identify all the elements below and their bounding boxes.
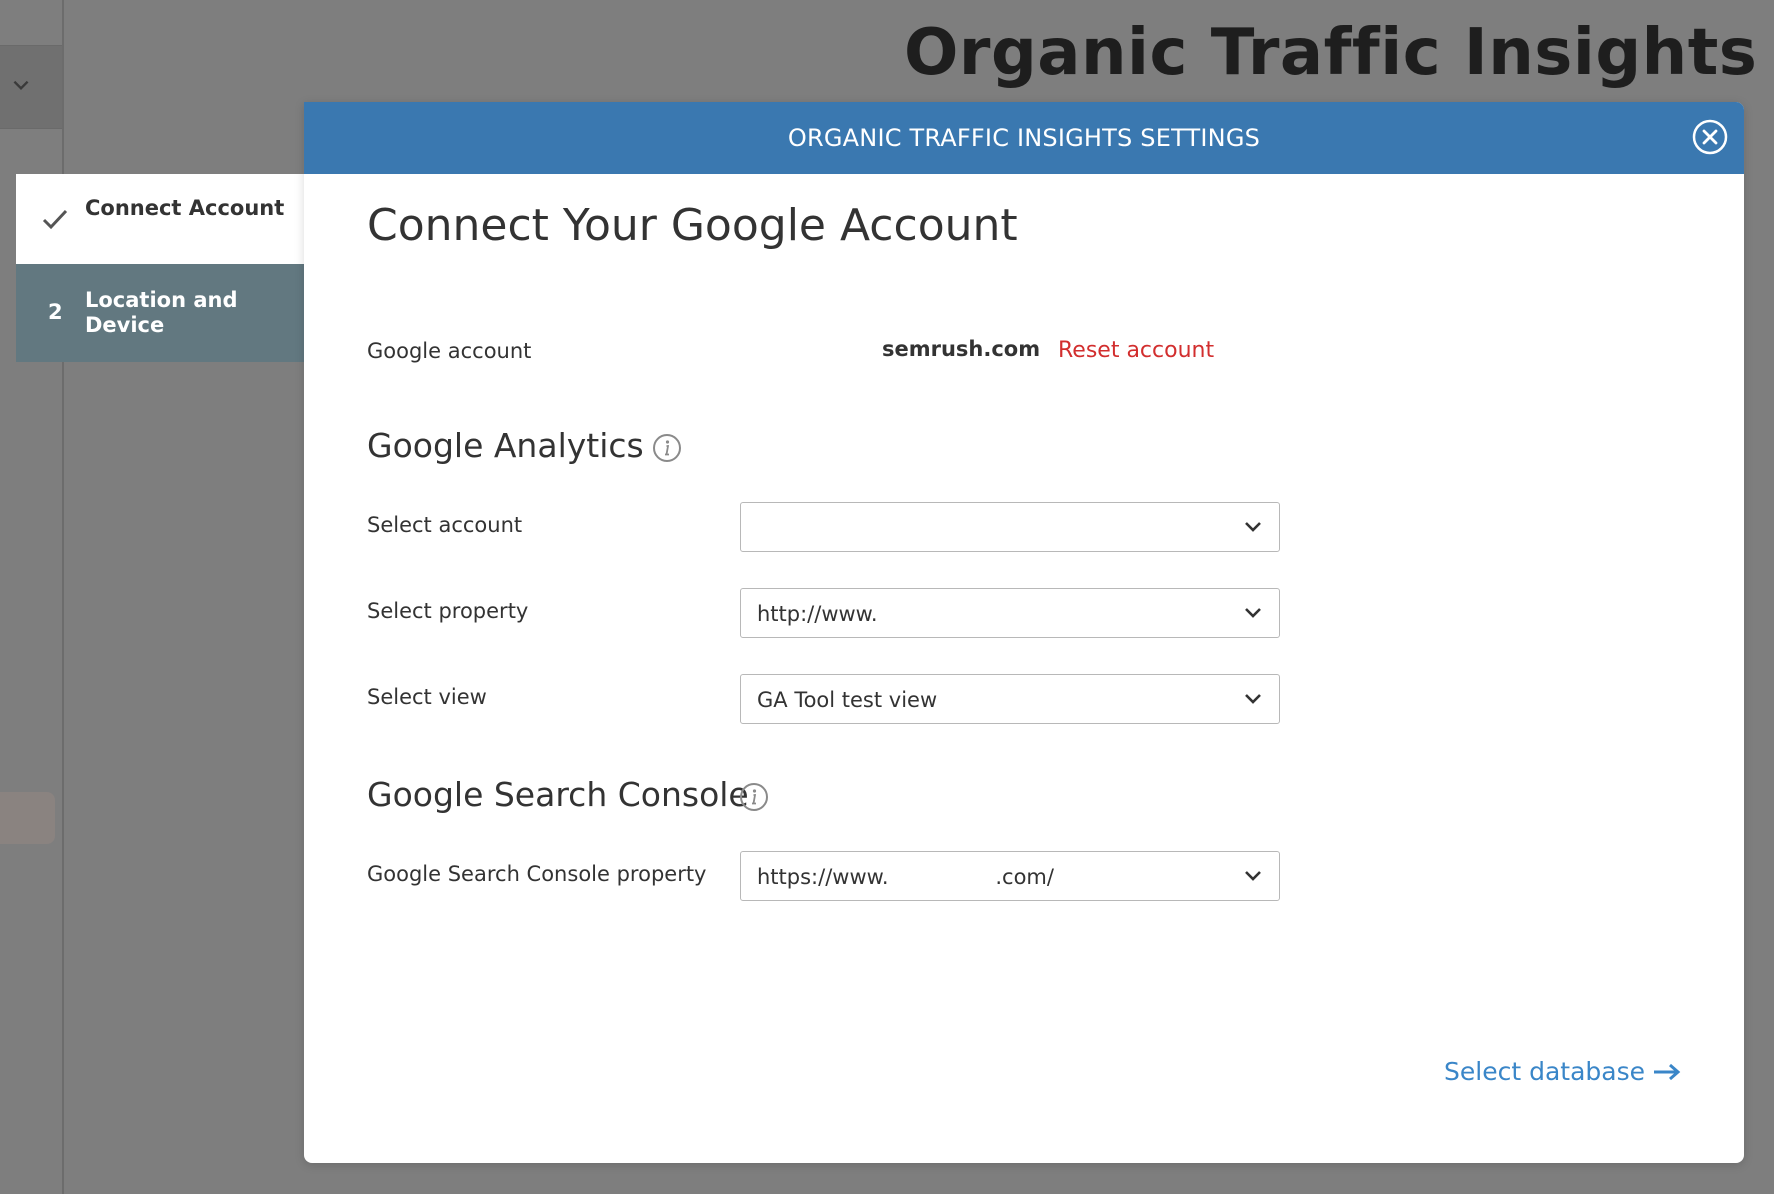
select-account-dropdown[interactable] [740, 502, 1280, 552]
chevron-down-icon [1245, 608, 1261, 618]
next-label: Select database [1444, 1057, 1645, 1086]
settings-steps: Connect Account 2 Location and Device [16, 174, 304, 362]
select-database-link[interactable]: Select database [1444, 1057, 1681, 1086]
modal-header: ORGANIC TRAFFIC INSIGHTS SETTINGS [304, 102, 1744, 174]
step-label: Connect Account [85, 196, 285, 220]
google-account-label: Google account [367, 339, 532, 363]
select-property-label: Select property [367, 599, 529, 623]
select-view-label: Select view [367, 685, 487, 709]
check-icon [42, 209, 68, 230]
select-value: https://www. .com/ [757, 865, 1054, 889]
select-view-dropdown[interactable]: GA Tool test view [740, 674, 1280, 724]
google-account-value: semrush.com [882, 337, 1041, 361]
arrow-right-icon [1654, 1063, 1681, 1080]
close-icon[interactable] [1691, 118, 1729, 156]
chevron-down-icon [13, 80, 29, 91]
chevron-down-icon [1245, 871, 1261, 881]
select-account-label: Select account [367, 513, 523, 537]
info-icon[interactable] [652, 433, 682, 463]
select-value: http://www. [757, 602, 878, 626]
settings-modal: ORGANIC TRAFFIC INSIGHTS SETTINGS Connec… [304, 102, 1744, 1163]
select-property-dropdown[interactable]: http://www. [740, 588, 1280, 638]
google-analytics-title: Google Analytics [367, 426, 644, 465]
chevron-down-icon [1245, 694, 1261, 704]
step-label: Location and Device [85, 288, 238, 337]
modal-heading: Connect Your Google Account [367, 200, 1018, 251]
page-title: Organic Traffic Insights [904, 16, 1758, 90]
select-value: GA Tool test view [757, 688, 938, 712]
modal-title: ORGANIC TRAFFIC INSIGHTS SETTINGS [787, 124, 1261, 152]
chevron-down-icon [1245, 522, 1261, 532]
step-location-and-device[interactable]: 2 Location and Device [16, 264, 304, 362]
reset-account-link[interactable]: Reset account [1058, 338, 1214, 363]
sidebar-highlight [0, 792, 55, 844]
search-console-property-dropdown[interactable]: https://www. .com/ [740, 851, 1280, 901]
sidebar-collapse-toggle[interactable] [0, 45, 62, 129]
search-console-title: Google Search Console [367, 775, 749, 814]
step-number: 2 [48, 300, 63, 324]
search-console-property-label: Google Search Console property [367, 862, 707, 886]
step-connect-account[interactable]: Connect Account [16, 174, 304, 264]
info-icon[interactable] [739, 782, 769, 812]
